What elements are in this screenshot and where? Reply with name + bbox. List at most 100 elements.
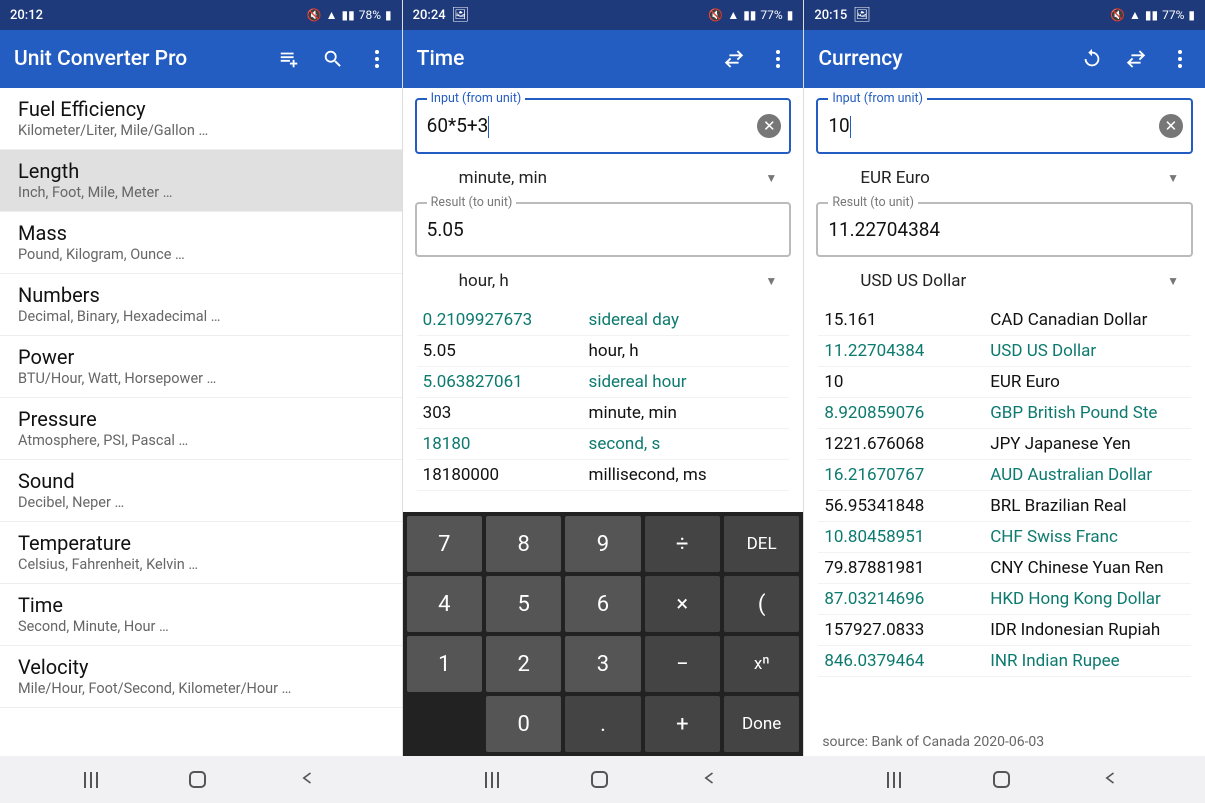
battery-icon: ▮	[787, 8, 794, 22]
clear-input-icon[interactable]: ✕	[757, 114, 781, 138]
result-row[interactable]: 10 EUR Euro	[818, 367, 1191, 398]
result-value: 5.05	[427, 218, 464, 241]
keypad-key[interactable]: ×	[645, 576, 720, 632]
category-item[interactable]: Numbers Decimal, Binary, Hexadecimal …	[0, 274, 402, 336]
result-row[interactable]: 303 minute, min	[417, 398, 790, 429]
result-value: 18180	[423, 434, 589, 454]
category-item[interactable]: Velocity Mile/Hour, Foot/Second, Kilomet…	[0, 646, 402, 708]
category-item[interactable]: Fuel Efficiency Kilometer/Liter, Mile/Ga…	[0, 88, 402, 150]
result-unit: USD US Dollar	[990, 341, 1185, 361]
to-unit-select[interactable]: hour, h ▼	[415, 259, 792, 303]
from-unit-select[interactable]: EUR Euro ▼	[816, 156, 1193, 200]
keypad-key[interactable]: 1	[407, 636, 482, 692]
back-button[interactable]	[700, 768, 720, 792]
category-item[interactable]: Pressure Atmosphere, PSI, Pascal …	[0, 398, 402, 460]
result-row[interactable]: 1221.676068 JPY Japanese Yen	[818, 429, 1191, 460]
result-unit: sidereal hour	[589, 372, 784, 392]
add-list-icon[interactable]	[278, 48, 300, 70]
result-value: 79.87881981	[824, 558, 990, 578]
result-row[interactable]: 8.920859076 GBP British Pound Ste	[818, 398, 1191, 429]
category-item[interactable]: Power BTU/Hour, Watt, Horsepower …	[0, 336, 402, 398]
swap-icon[interactable]	[723, 48, 745, 70]
category-subtitle: Celsius, Fahrenheit, Kelvin …	[18, 556, 384, 573]
refresh-icon[interactable]	[1081, 48, 1103, 70]
keypad-key[interactable]: ÷	[645, 516, 720, 572]
data-source: source: Bank of Canada 2020-06-03	[812, 730, 1197, 756]
to-unit-select[interactable]: USD US Dollar ▼	[816, 259, 1193, 303]
keypad-key[interactable]: (	[724, 576, 799, 632]
category-name: Numbers	[18, 283, 384, 307]
keypad-key[interactable]: +	[645, 696, 720, 752]
category-item[interactable]: Length Inch, Foot, Mile, Meter …	[0, 150, 402, 212]
recents-button[interactable]	[84, 772, 98, 788]
search-icon[interactable]	[322, 48, 344, 70]
category-item[interactable]: Mass Pound, Kilogram, Ounce …	[0, 212, 402, 274]
home-button[interactable]	[993, 771, 1010, 788]
keypad-key[interactable]: 3	[565, 636, 640, 692]
keypad-key[interactable]: 2	[486, 636, 561, 692]
keypad-key[interactable]: 0	[486, 696, 561, 752]
results-list[interactable]: 15.161 CAD Canadian Dollar11.22704384 US…	[812, 305, 1197, 730]
result-row[interactable]: 18180 second, s	[417, 429, 790, 460]
results-list[interactable]: 0.2109927673 sidereal day5.05 hour, h5.0…	[411, 305, 796, 512]
keypad-key[interactable]: .	[565, 696, 640, 752]
keypad-key[interactable]: 8	[486, 516, 561, 572]
input-label: Input (from unit)	[427, 91, 526, 106]
keypad-key[interactable]: −	[645, 636, 720, 692]
home-button[interactable]	[189, 771, 206, 788]
recents-button[interactable]	[485, 772, 499, 788]
screen-currency-converter: 20:15 🖼 🔇 ▲ ▮▮ 77% ▮ Currency	[803, 0, 1205, 756]
result-row[interactable]: 15.161 CAD Canadian Dollar	[818, 305, 1191, 336]
result-row[interactable]: 0.2109927673 sidereal day	[417, 305, 790, 336]
app-bar: Time	[403, 30, 804, 88]
result-row[interactable]: 87.03214696 HKD Hong Kong Dollar	[818, 584, 1191, 615]
result-row[interactable]: 5.063827061 sidereal hour	[417, 367, 790, 398]
category-item[interactable]: Time Second, Minute, Hour …	[0, 584, 402, 646]
clear-input-icon[interactable]: ✕	[1159, 114, 1183, 138]
back-button[interactable]	[298, 768, 318, 792]
category-subtitle: Mile/Hour, Foot/Second, Kilometer/Hour …	[18, 680, 384, 697]
result-row[interactable]: 157927.0833 IDR Indonesian Rupiah	[818, 615, 1191, 646]
result-row[interactable]: 79.87881981 CNY Chinese Yuan Ren	[818, 553, 1191, 584]
result-row[interactable]: 10.80458951 CHF Swiss Franc	[818, 522, 1191, 553]
result-row[interactable]: 18180000 millisecond, ms	[417, 460, 790, 491]
result-field[interactable]: Result (to unit) 11.22704384	[816, 202, 1193, 257]
input-field[interactable]: Input (from unit) 10 ✕	[816, 98, 1193, 154]
category-item[interactable]: Sound Decibel, Neper …	[0, 460, 402, 522]
keypad-key[interactable]: 6	[565, 576, 640, 632]
from-unit-select[interactable]: minute, min ▼	[415, 156, 792, 200]
home-button[interactable]	[591, 771, 608, 788]
category-subtitle: BTU/Hour, Watt, Horsepower …	[18, 370, 384, 387]
result-row[interactable]: 56.95341848 BRL Brazilian Real	[818, 491, 1191, 522]
result-row[interactable]: 16.21670767 AUD Australian Dollar	[818, 460, 1191, 491]
screenshot-icon: 🖼	[452, 7, 470, 23]
result-unit: CNY Chinese Yuan Ren	[990, 558, 1185, 578]
keypad-key[interactable]: 7	[407, 516, 482, 572]
result-row[interactable]: 11.22704384 USD US Dollar	[818, 336, 1191, 367]
keypad-key[interactable]: 4	[407, 576, 482, 632]
result-value: 18180000	[423, 465, 589, 485]
keypad-key[interactable]: 9	[565, 516, 640, 572]
category-item[interactable]: Temperature Celsius, Fahrenheit, Kelvin …	[0, 522, 402, 584]
recents-button[interactable]	[887, 772, 901, 788]
category-subtitle: Atmosphere, PSI, Pascal …	[18, 432, 384, 449]
category-list[interactable]: Fuel Efficiency Kilometer/Liter, Mile/Ga…	[0, 88, 402, 756]
result-row[interactable]: 846.0379464 INR Indian Rupee	[818, 646, 1191, 677]
overflow-menu-icon[interactable]	[366, 48, 388, 70]
overflow-menu-icon[interactable]	[767, 48, 789, 70]
category-subtitle: Inch, Foot, Mile, Meter …	[18, 184, 384, 201]
keypad-key[interactable]: 5	[486, 576, 561, 632]
battery-icon: ▮	[1188, 8, 1195, 22]
back-button[interactable]	[1101, 768, 1121, 792]
input-field[interactable]: Input (from unit) 60*5+3 ✕	[415, 98, 792, 154]
result-value: 15.161	[824, 310, 990, 330]
result-unit: IDR Indonesian Rupiah	[990, 620, 1185, 640]
swap-icon[interactable]	[1125, 48, 1147, 70]
result-value: 87.03214696	[824, 589, 990, 609]
result-field[interactable]: Result (to unit) 5.05	[415, 202, 792, 257]
overflow-menu-icon[interactable]	[1169, 48, 1191, 70]
keypad-key[interactable]: xⁿ	[724, 636, 799, 692]
keypad-key[interactable]: DEL	[724, 516, 799, 572]
keypad-key[interactable]: Done	[724, 696, 799, 752]
result-row[interactable]: 5.05 hour, h	[417, 336, 790, 367]
